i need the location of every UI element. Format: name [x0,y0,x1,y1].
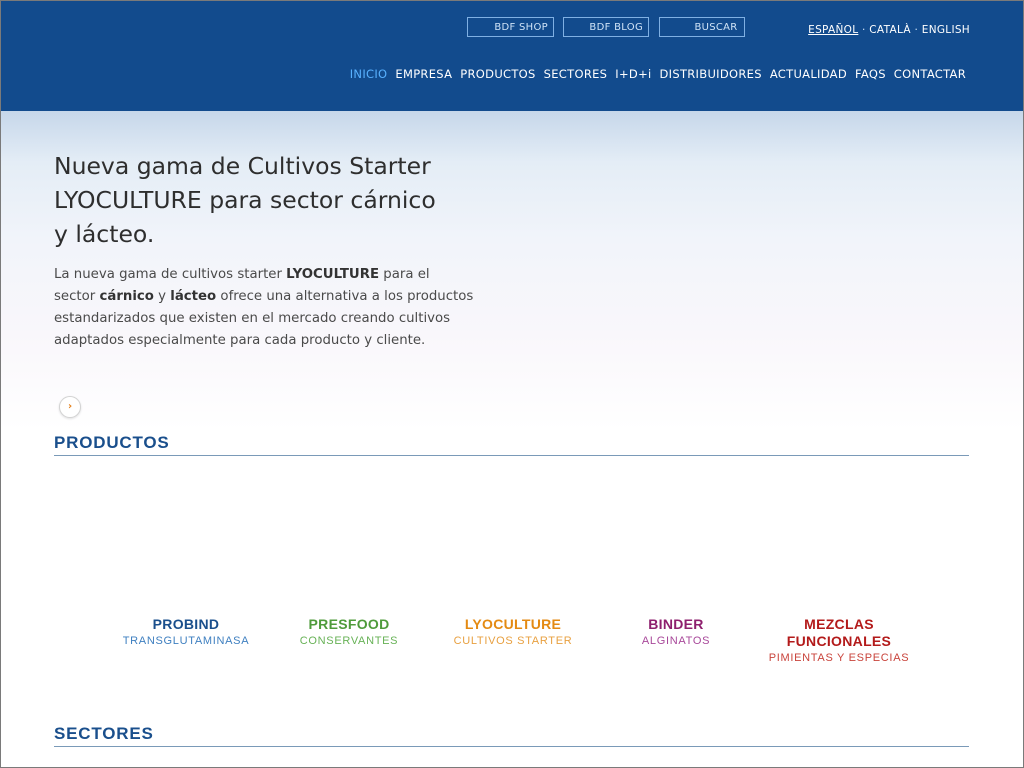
nav-item-contactar[interactable]: CONTACTAR [894,67,966,81]
hero-bold-text: cárnico [99,289,154,304]
bdf-shop-button[interactable]: BDF SHOP [467,17,554,37]
product-subtitle: TRANSGLUTAMINASA [122,635,250,647]
product-probind[interactable]: PROBIND TRANSGLUTAMINASA [111,616,261,648]
product-mezclas-funcionales[interactable]: MEZCLAS FUNCIONALES PIMIENTAS Y ESPECIAS [759,616,919,665]
nav-item-inicio[interactable]: INICIO [350,67,388,81]
search-button[interactable]: BUSCAR [659,17,745,37]
nav-item-idi[interactable]: I+D+i [615,67,651,81]
sectores-section-title: SECTORES [54,724,969,747]
bdf-blog-button[interactable]: BDF BLOG [563,17,649,37]
hero-text: La nueva gama de cultivos starter [54,267,287,282]
nav-item-sectores[interactable]: SECTORES [544,67,608,81]
product-presfood[interactable]: PRESFOOD CONSERVANTES [274,616,424,648]
language-separator: · [914,24,919,36]
hero-text: y [153,289,171,304]
nav-item-distribuidores[interactable]: DISTRIBUIDORES [660,67,762,81]
page-frame: BDF SHOP BDF BLOG BUSCAR ESPAÑOL · CATAL… [0,0,1024,768]
hero-title: Nueva gama de Cultivos Starter LYOCULTUR… [54,149,474,251]
product-name: BINDER [648,616,704,632]
product-name: MEZCLAS FUNCIONALES [786,616,892,649]
site-header: BDF SHOP BDF BLOG BUSCAR ESPAÑOL · CATAL… [1,1,1023,111]
main-nav: INICIO EMPRESA PRODUCTOS SECTORES I+D+i … [350,67,966,81]
product-subtitle: CONSERVANTES [299,635,399,647]
language-separator: · [862,24,866,36]
nav-item-faqs[interactable]: FAQS [855,67,886,81]
language-switcher: ESPAÑOL · CATALÀ · ENGLISH [808,24,970,36]
product-lyoculture[interactable]: LYOCULTURE CULTIVOS STARTER [438,616,588,648]
language-espanol-link[interactable]: ESPAÑOL [808,24,858,36]
product-name: LYOCULTURE [464,616,562,632]
product-subtitle: CULTIVOS STARTER [453,635,573,647]
nav-item-empresa[interactable]: EMPRESA [395,67,452,81]
language-catala-link[interactable]: CATALÀ [869,24,911,36]
product-subtitle: ALGINATOS [641,635,711,647]
productos-section-title: PRODUCTOS [54,433,969,456]
hero-bold-text: lácteo [170,289,217,304]
read-more-button[interactable]: › [59,396,81,418]
chevron-right-icon: › [67,401,73,412]
nav-item-actualidad[interactable]: ACTUALIDAD [770,67,847,81]
product-binder[interactable]: BINDER ALGINATOS [601,616,751,648]
product-name: PRESFOOD [308,616,390,632]
hero-bold-text: LYOCULTURE [286,267,380,282]
hero-title-line: Nueva gama de Cultivos Starter [54,152,431,180]
hero-title-line: y lácteo. [54,220,155,248]
hero-description: La nueva gama de cultivos starter LYOCUL… [54,264,474,352]
product-subtitle: PIMIENTAS Y ESPECIAS [768,652,910,664]
hero-title-line: LYOCULTURE para sector cárnico [54,186,436,214]
nav-item-productos[interactable]: PRODUCTOS [460,67,535,81]
language-english-link[interactable]: ENGLISH [922,24,970,36]
product-name: PROBIND [152,616,220,632]
